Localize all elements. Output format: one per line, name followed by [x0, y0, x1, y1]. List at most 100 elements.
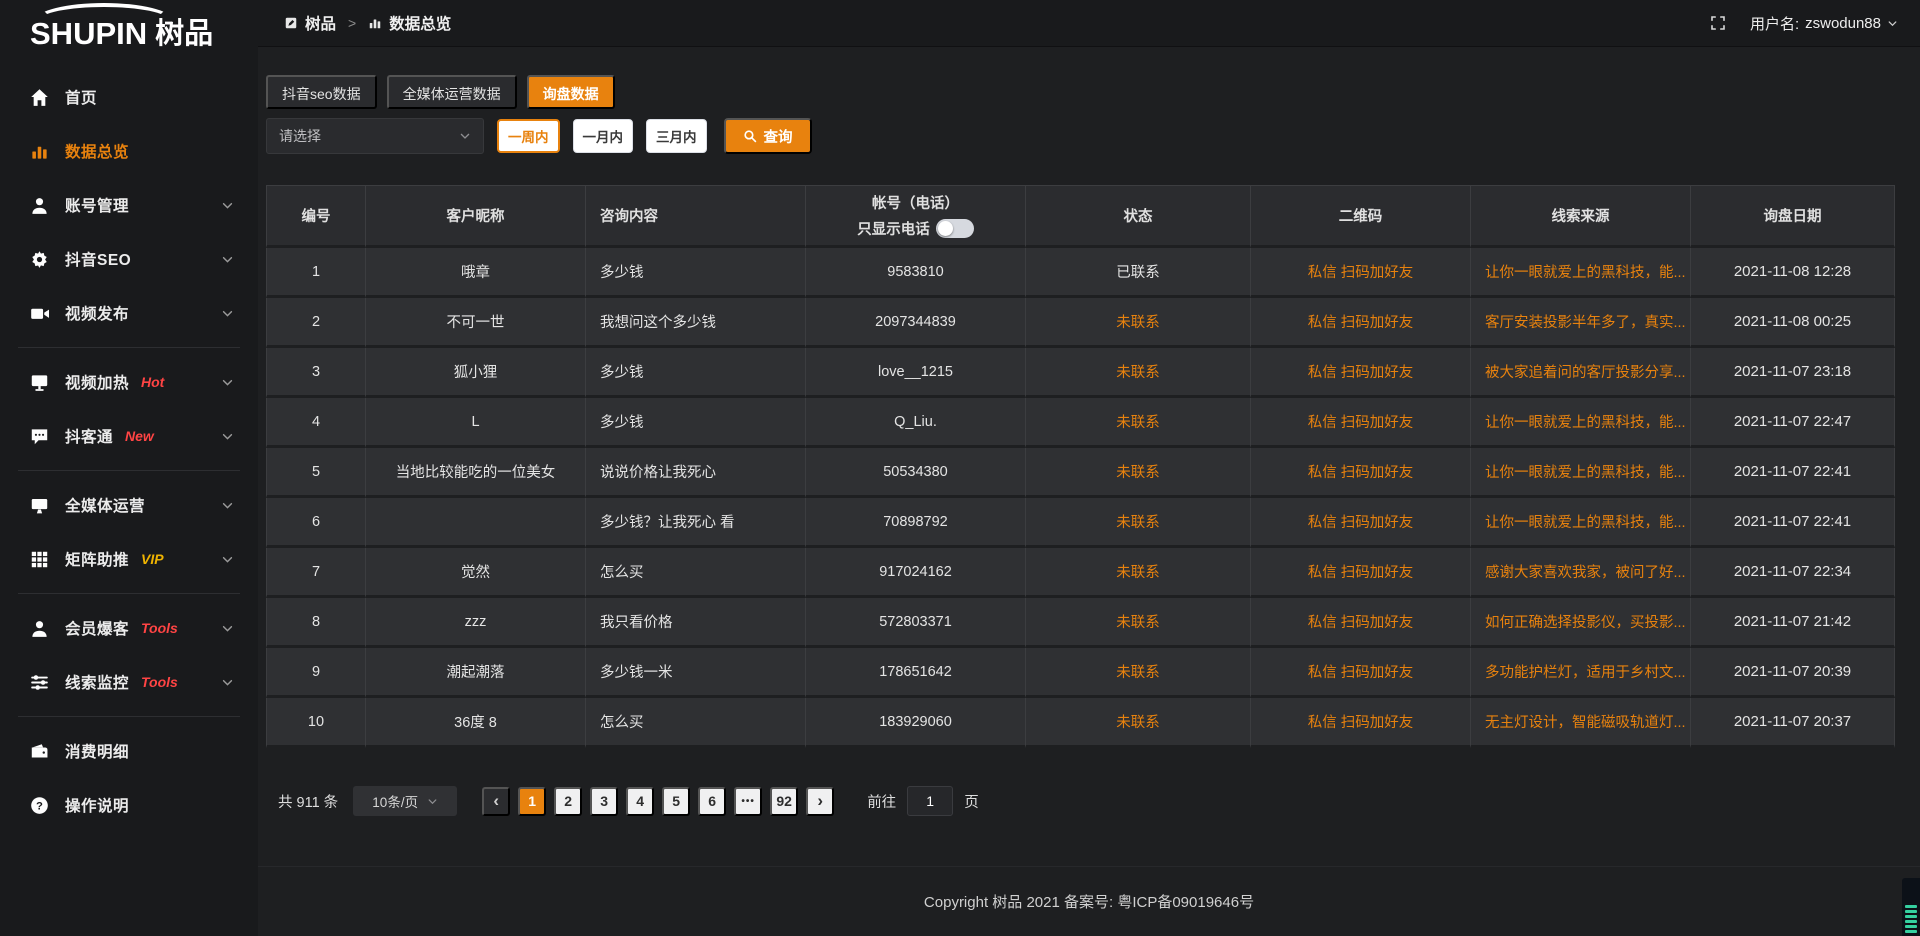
cell-qrcode: 私信 扫码加好友	[1251, 648, 1471, 698]
chevron-down-icon	[221, 430, 234, 443]
source-link[interactable]: 让你一眼就爱上的黑科技，能...	[1485, 515, 1686, 531]
tab-media-operation-data[interactable]: 全媒体运营数据	[387, 75, 517, 109]
sidebar-item-data-overview[interactable]: 数据总览	[0, 124, 258, 178]
main-content: 抖音seo数据全媒体运营数据询盘数据 请选择 一周内一月内三月内 查询 编号 客…	[258, 47, 1920, 936]
table-row: 7 觉然 怎么买 917024162 未联系 私信 扫码加好友 感谢大家喜欢我家…	[266, 548, 1895, 598]
source-link[interactable]: 多功能护栏灯，适用于乡村文...	[1485, 665, 1686, 681]
phone-only-toggle[interactable]	[936, 219, 974, 238]
filter-select[interactable]: 请选择	[266, 118, 484, 154]
cell-status: 未联系	[1026, 648, 1251, 698]
user-menu[interactable]: 用户名: zswodun88	[1750, 13, 1898, 34]
sidebar-item-label: 首页	[65, 86, 97, 108]
sidebar-item-label: 会员爆客	[65, 617, 129, 639]
query-button[interactable]: 查询	[724, 118, 812, 154]
sidebar-item-lead-monitor[interactable]: 线索监控 Tools	[0, 655, 258, 709]
qrcode-link[interactable]: 私信 扫码加好友	[1308, 315, 1414, 331]
sidebar-item-home[interactable]: 首页	[0, 70, 258, 124]
sidebar-item-video-publish[interactable]: 视频发布	[0, 286, 258, 340]
sidebar-item-label: 抖音SEO	[65, 248, 131, 270]
qrcode-link[interactable]: 私信 扫码加好友	[1308, 665, 1414, 681]
next-page-button[interactable]: ›	[806, 787, 834, 816]
qrcode-link[interactable]: 私信 扫码加好友	[1308, 265, 1414, 281]
sidebar-item-member-burst[interactable]: 会员爆客 Tools	[0, 601, 258, 655]
page-button-6[interactable]: 6	[698, 787, 726, 816]
sidebar-item-douyin-seo[interactable]: 抖音SEO	[0, 232, 258, 286]
cell-content: 多少钱一米	[586, 648, 806, 698]
sidebar-item-consumption-detail[interactable]: 消费明细	[0, 724, 258, 778]
cell-id: 6	[266, 498, 366, 548]
breadcrumb-current: 数据总览	[389, 12, 451, 34]
sidebar-item-video-heating[interactable]: 视频加热 Hot	[0, 355, 258, 409]
pagination: 共 911 条 10条/页 ‹ 123456•••92 › 前往 页	[266, 786, 1895, 816]
table-row: 5 当地比较能吃的一位美女 说说价格让我死心 50534380 未联系 私信 扫…	[266, 448, 1895, 498]
cell-status: 未联系	[1026, 498, 1251, 548]
source-link[interactable]: 如何正确选择投影仪，买投影...	[1485, 615, 1686, 631]
qrcode-link[interactable]: 私信 扫码加好友	[1308, 615, 1414, 631]
sidebar-item-label: 抖客通	[65, 425, 113, 447]
fullscreen-icon[interactable]	[1710, 15, 1726, 31]
sidebar-item-account-management[interactable]: 账号管理	[0, 178, 258, 232]
qrcode-link[interactable]: 私信 扫码加好友	[1308, 415, 1414, 431]
page-button-4[interactable]: 4	[626, 787, 654, 816]
cell-id: 7	[266, 548, 366, 598]
page-button-1[interactable]: 1	[518, 787, 546, 816]
cell-qrcode: 私信 扫码加好友	[1251, 448, 1471, 498]
sidebar-item-matrix-boost[interactable]: 矩阵助推 VIP	[0, 532, 258, 586]
page-button-2[interactable]: 2	[554, 787, 582, 816]
filter-select-placeholder: 请选择	[279, 126, 321, 146]
goto-page-input[interactable]	[907, 786, 953, 816]
range-button-one-week[interactable]: 一周内	[497, 119, 560, 153]
cell-source: 让你一眼就爱上的黑科技，能...	[1471, 398, 1691, 448]
cell-content: 怎么买	[586, 698, 806, 748]
date-range-group: 一周内一月内三月内	[497, 119, 707, 153]
cell-date: 2021-11-07 20:39	[1691, 648, 1895, 698]
source-link[interactable]: 让你一眼就爱上的黑科技，能...	[1485, 415, 1686, 431]
source-link[interactable]: 感谢大家喜欢我家，被问了好...	[1485, 565, 1686, 581]
range-button-one-month[interactable]: 一月内	[573, 119, 634, 153]
cell-qrcode: 私信 扫码加好友	[1251, 548, 1471, 598]
cell-qrcode: 私信 扫码加好友	[1251, 298, 1471, 348]
source-link[interactable]: 无主灯设计，智能磁吸轨道灯...	[1485, 715, 1686, 731]
source-link[interactable]: 被大家追着问的客厅投影分享...	[1485, 365, 1686, 381]
app: SHUPIN 树品 首页 数据总览 账号管理 抖音SEO 视频发布 视频加热 H…	[0, 0, 1920, 936]
cell-date: 2021-11-07 22:41	[1691, 448, 1895, 498]
tab-inquiry-data[interactable]: 询盘数据	[527, 75, 615, 109]
chevron-down-icon	[221, 376, 234, 389]
qrcode-link[interactable]: 私信 扫码加好友	[1308, 715, 1414, 731]
logo[interactable]: SHUPIN 树品	[0, 0, 258, 58]
sidebar-item-douketong[interactable]: 抖客通 New	[0, 409, 258, 463]
cell-date: 2021-11-07 23:18	[1691, 348, 1895, 398]
cell-nickname: 潮起潮落	[366, 648, 586, 698]
sidebar-item-media-operation[interactable]: 全媒体运营	[0, 478, 258, 532]
breadcrumb-root[interactable]: 树品	[305, 12, 336, 34]
source-link[interactable]: 客厅安装投影半年多了，真实...	[1485, 315, 1686, 331]
page-button-3[interactable]: 3	[590, 787, 618, 816]
range-button-three-months[interactable]: 三月内	[646, 119, 707, 153]
col-source: 线索来源	[1471, 185, 1691, 248]
qrcode-link[interactable]: 私信 扫码加好友	[1308, 565, 1414, 581]
col-account-label: 帐号（电话）	[806, 192, 1025, 213]
page-size-select[interactable]: 10条/页	[353, 786, 457, 816]
cell-nickname: 哦章	[366, 248, 586, 298]
page-button-5[interactable]: 5	[662, 787, 690, 816]
sidebar-item-operation-guide[interactable]: ? 操作说明	[0, 778, 258, 832]
prev-page-button[interactable]: ‹	[482, 787, 510, 816]
qrcode-link[interactable]: 私信 扫码加好友	[1308, 365, 1414, 381]
sidebar-item-badge: Tools	[141, 620, 178, 636]
sidebar-item-label: 线索监控	[65, 671, 129, 693]
qrcode-link[interactable]: 私信 扫码加好友	[1308, 465, 1414, 481]
source-link[interactable]: 让你一眼就爱上的黑科技，能...	[1485, 465, 1686, 481]
source-link[interactable]: 让你一眼就爱上的黑科技，能...	[1485, 265, 1686, 281]
qrcode-link[interactable]: 私信 扫码加好友	[1308, 515, 1414, 531]
corner-widget[interactable]	[1902, 878, 1920, 936]
widget-bar	[1905, 905, 1917, 908]
phone-only-label: 只显示电话	[857, 218, 930, 239]
user-solid-icon	[30, 619, 49, 638]
cell-content: 我想问这个多少钱	[586, 298, 806, 348]
cell-status: 未联系	[1026, 698, 1251, 748]
cell-content: 说说价格让我死心	[586, 448, 806, 498]
tab-douyin-seo-data[interactable]: 抖音seo数据	[266, 75, 377, 109]
chevron-down-icon	[221, 499, 234, 512]
page-more-button[interactable]: •••	[734, 787, 762, 816]
page-button-92[interactable]: 92	[770, 787, 798, 816]
